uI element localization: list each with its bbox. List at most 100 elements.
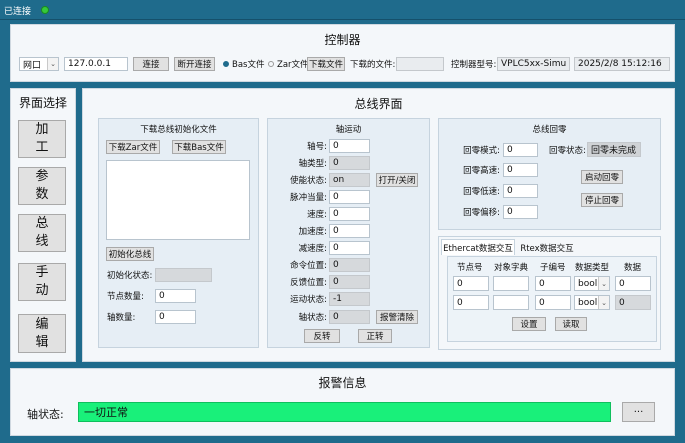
pulse-equiv-input[interactable]: 0: [329, 190, 370, 204]
tab-ethercat[interactable]: Ethercat数据交互: [441, 239, 515, 255]
alarm-more-button[interactable]: ···: [622, 402, 655, 422]
download-bas-button[interactable]: 下载Bas文件: [172, 140, 226, 154]
connection-type-select[interactable]: 网口 ⌄: [19, 57, 59, 71]
chevron-down-icon: ⌄: [47, 58, 58, 70]
nav-button-params[interactable]: 参 数: [18, 167, 66, 205]
col-header-node: 节点号: [457, 263, 483, 273]
speed-label: 速度:: [307, 210, 327, 220]
reverse-button[interactable]: 反转: [304, 329, 340, 343]
axis-state-value: 0: [329, 310, 370, 324]
exchange-read-button[interactable]: 读取: [555, 317, 587, 331]
stop-homing-button[interactable]: 停止回零: [581, 193, 623, 207]
alarm-axis-state-value: 一切正常: [78, 402, 611, 422]
downloaded-file-value: [396, 57, 444, 71]
enable-state-label: 使能状态:: [290, 176, 327, 186]
nav-button-edit[interactable]: 编 辑: [18, 314, 66, 353]
bus-title: 总线界面: [354, 97, 403, 111]
init-bus-button[interactable]: 初始化总线: [106, 247, 154, 261]
nav-title: 界面选择: [18, 96, 67, 110]
row2-subindex-input[interactable]: 0: [535, 295, 571, 310]
forward-button[interactable]: 正转: [358, 329, 392, 343]
controller-model-value: VPLC5xx-Simu: [497, 57, 570, 71]
axis-no-label: 轴号:: [307, 142, 327, 152]
col-header-object: 对象字典: [494, 263, 529, 273]
ip-address-input[interactable]: 127.0.0.1: [64, 57, 128, 71]
nav-button-process[interactable]: 加 工: [18, 120, 66, 158]
row1-node-input[interactable]: 0: [453, 276, 489, 291]
cmd-pos-value: 0: [329, 258, 370, 272]
radio-selected-icon: [223, 61, 229, 67]
status-bar: 已连接: [0, 0, 685, 20]
nav-button-bus[interactable]: 总 线: [18, 214, 66, 252]
controller-title: 控制器: [324, 33, 361, 47]
axis-count-label: 轴数量:: [107, 313, 136, 323]
chevron-down-icon: ⌄: [598, 277, 609, 290]
zar-file-radio[interactable]: Zar文件: [268, 57, 309, 71]
axis-type-value: 0: [329, 156, 370, 170]
alarm-axis-state-label: 轴状态:: [27, 408, 64, 421]
col-header-subindex: 子编号: [540, 263, 566, 273]
homing-title: 总线回零: [532, 125, 567, 135]
motion-state-label: 运动状态:: [290, 295, 327, 305]
fb-pos-label: 反馈位置:: [290, 278, 327, 288]
axis-type-label: 轴类型:: [298, 159, 327, 169]
homing-state-label: 回零状态:: [549, 146, 586, 156]
download-zar-button[interactable]: 下载Zar文件: [106, 140, 160, 154]
start-homing-button[interactable]: 启动回零: [581, 170, 623, 184]
col-header-datatype: 数据类型: [575, 263, 610, 273]
homing-offset-input[interactable]: 0: [503, 205, 538, 219]
row1-datatype-select[interactable]: bool ⌄: [574, 276, 610, 291]
enable-toggle-button[interactable]: 打开/关闭: [376, 173, 418, 187]
radio-empty-icon: [268, 61, 274, 67]
node-count-input[interactable]: 0: [155, 289, 196, 303]
homing-high-input[interactable]: 0: [503, 163, 538, 177]
row1-object-input[interactable]: [493, 276, 529, 291]
decel-label: 减速度:: [298, 244, 327, 254]
cmd-pos-label: 命令位置:: [290, 261, 327, 271]
homing-mode-input[interactable]: 0: [503, 143, 538, 157]
chevron-down-icon: ⌄: [598, 296, 609, 309]
axis-no-input[interactable]: 0: [329, 139, 370, 153]
homing-low-input[interactable]: 0: [503, 184, 538, 198]
row2-object-input[interactable]: [493, 295, 529, 310]
init-state-value: [155, 268, 212, 282]
decel-input[interactable]: 0: [329, 241, 370, 255]
controller-model-label: 控制器型号:: [451, 60, 497, 70]
homing-offset-label: 回零偏移:: [463, 208, 500, 218]
homing-mode-label: 回零模式:: [463, 146, 500, 156]
axis-state-label: 轴状态:: [298, 313, 327, 323]
row2-node-input[interactable]: 0: [453, 295, 489, 310]
alarm-title: 报警信息: [318, 376, 367, 390]
axis-count-input[interactable]: 0: [155, 310, 196, 324]
download-file-button[interactable]: 下载文件: [307, 57, 345, 71]
col-header-data: 数据: [624, 263, 642, 273]
bas-file-radio[interactable]: Bas文件: [223, 57, 264, 71]
enable-state-value: on: [329, 173, 370, 187]
accel-input[interactable]: 0: [329, 224, 370, 238]
accel-label: 加速度:: [298, 227, 327, 237]
fb-pos-value: 0: [329, 275, 370, 289]
disconnect-button[interactable]: 断开连接: [174, 57, 215, 71]
downloaded-file-label: 下载的文件:: [350, 60, 396, 70]
connection-status: 已连接: [4, 7, 32, 17]
row2-datatype-select[interactable]: bool ⌄: [574, 295, 610, 310]
init-file-textarea[interactable]: [106, 160, 250, 240]
row1-data-input[interactable]: 0: [615, 276, 651, 291]
axis-motion-title: 轴运动: [335, 125, 362, 135]
row2-data-value: 0: [615, 295, 651, 310]
row1-subindex-input[interactable]: 0: [535, 276, 571, 291]
homing-state-value: 回零未完成: [587, 142, 641, 157]
connected-dot-icon: [41, 6, 49, 14]
nav-button-manual[interactable]: 手 动: [18, 263, 66, 301]
homing-high-label: 回零高速:: [463, 166, 500, 176]
pulse-equiv-label: 脉冲当量:: [290, 193, 327, 203]
exchange-set-button[interactable]: 设置: [512, 317, 546, 331]
speed-input[interactable]: 0: [329, 207, 370, 221]
node-count-label: 节点数量:: [107, 292, 144, 302]
connect-button[interactable]: 连接: [133, 57, 169, 71]
controller-panel: 控制器 网口 ⌄ 127.0.0.1 连接 断开连接 Bas文件 Zar文件 下载…: [10, 24, 675, 82]
bus-init-title: 下载总线初始化文件: [140, 125, 217, 135]
tab-rtex[interactable]: Rtex数据交互: [517, 241, 577, 255]
homing-low-label: 回零低速:: [463, 187, 500, 197]
clear-alarm-button[interactable]: 报警清除: [376, 310, 418, 324]
